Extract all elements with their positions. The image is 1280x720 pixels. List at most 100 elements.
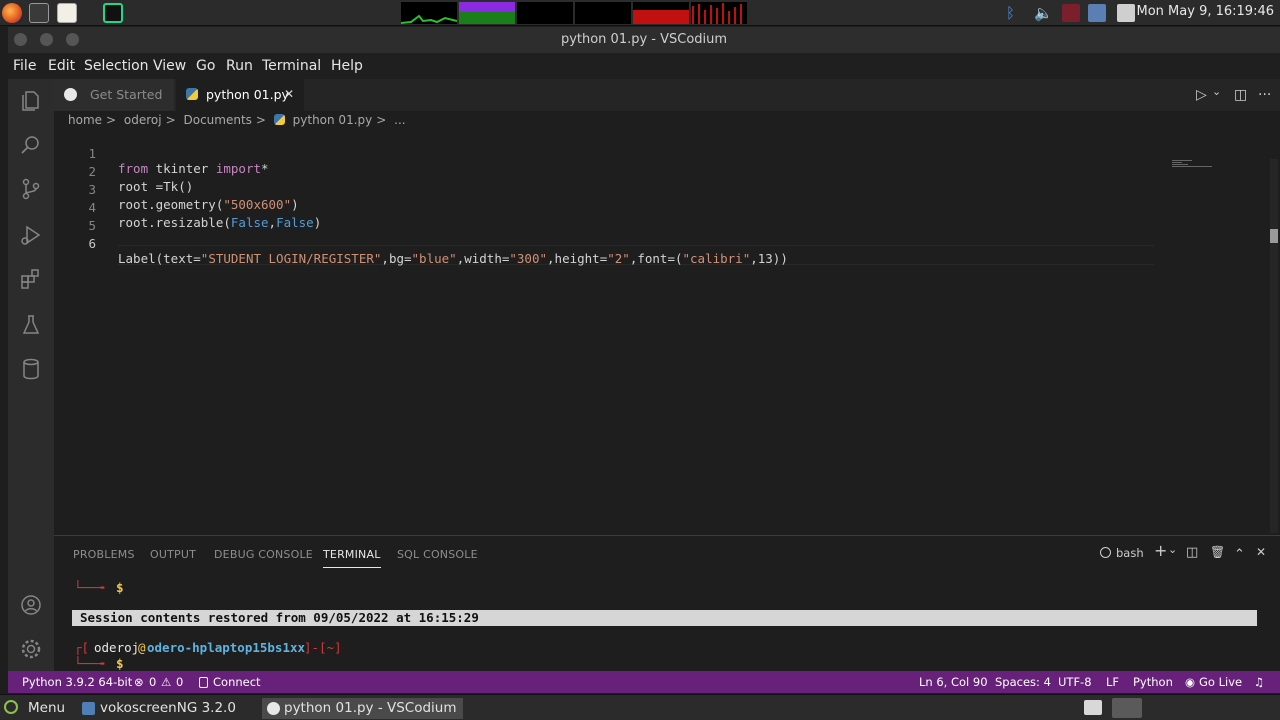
token-text: ,font=( — [629, 251, 683, 266]
terminal-shell-label[interactable]: bash — [1116, 546, 1144, 560]
breadcrumb-home[interactable]: home — [68, 113, 102, 127]
terminal-launcher-icon[interactable] — [29, 3, 49, 23]
code-line[interactable]: 3 root.geometry("500x600") — [54, 167, 1154, 212]
taskbar-item-vscodium[interactable]: python 01.py - VSCodium — [262, 698, 463, 719]
go-live-status[interactable]: Go Live — [1199, 675, 1242, 689]
pycharm-launcher-icon[interactable] — [103, 3, 123, 23]
new-terminal-button[interactable]: + — [1154, 541, 1167, 560]
menu-run[interactable]: Run — [226, 58, 253, 74]
breadcrumb-documents[interactable]: Documents — [184, 113, 252, 127]
bottom-panel: PROBLEMS OUTPUT DEBUG CONSOLE TERMINAL S… — [54, 535, 1280, 671]
encoding-status[interactable]: UTF-8 — [1058, 675, 1092, 689]
system-taskbar: Menu vokoscreenNG 3.2.0 python 01.py - V… — [0, 694, 1280, 720]
tray-app-icon[interactable] — [1112, 698, 1142, 718]
connect-db-icon[interactable] — [199, 677, 208, 688]
tab-python-01[interactable]: python 01.py ✕ — [176, 79, 304, 111]
terminal-prompt-symbol: $ — [116, 656, 124, 671]
token-string: "STUDENT LOGIN/REGISTER" — [200, 251, 382, 266]
source-control-icon[interactable] — [19, 177, 43, 201]
tab-sql-console[interactable]: SQL CONSOLE — [397, 548, 478, 561]
run-file-button[interactable]: ▷ — [1196, 87, 1207, 103]
window-titlebar[interactable]: python 01.py - VSCodium — [8, 27, 1280, 53]
tab-close-icon[interactable]: ✕ — [284, 87, 294, 101]
language-mode-status[interactable]: Python — [1133, 675, 1173, 689]
warnings-count[interactable]: 0 — [176, 675, 183, 689]
breadcrumb-separator: > — [376, 113, 387, 127]
terminal-prompt-branch: └──╼ — [74, 656, 105, 671]
token-text: ,bg= — [381, 251, 412, 266]
notifications-bell-icon[interactable]: ♫ — [1254, 675, 1264, 689]
menu-edit[interactable]: Edit — [48, 58, 75, 74]
code-line[interactable]: 1 from tkinter import* — [54, 131, 1154, 176]
testing-flask-icon[interactable] — [19, 313, 43, 337]
run-dropdown-chevron-icon[interactable]: ⌄ — [1212, 85, 1221, 98]
scrollbar-thumb[interactable] — [1270, 229, 1278, 243]
editor-scrollbar[interactable] — [1270, 159, 1278, 533]
start-menu-button[interactable]: Menu — [6, 698, 71, 719]
menu-help[interactable]: Help — [331, 58, 363, 74]
taskbar-item-vokoscreen[interactable]: vokoscreenNG 3.2.0 — [78, 698, 242, 719]
more-actions-button[interactable]: ··· — [1258, 87, 1271, 103]
close-panel-button[interactable]: ✕ — [1256, 545, 1266, 559]
extensions-icon[interactable] — [19, 267, 43, 291]
minimap[interactable] — [1170, 159, 1270, 169]
code-line[interactable]: 2 root =Tk() — [54, 149, 1154, 194]
split-editor-button[interactable]: ◫ — [1234, 87, 1247, 103]
menu-go[interactable]: Go — [196, 58, 215, 74]
errors-count[interactable]: 0 — [149, 675, 156, 689]
code-line[interactable]: 4 root.resizable(False,False) — [54, 185, 1154, 230]
terminal-dropdown-chevron-icon[interactable]: ⌄ — [1168, 543, 1177, 556]
kill-terminal-trash-icon[interactable]: 🗑 — [1210, 545, 1225, 559]
indentation-status[interactable]: Spaces: 4 — [995, 675, 1051, 689]
search-icon[interactable] — [19, 133, 43, 157]
menu-terminal[interactable]: Terminal — [262, 58, 321, 74]
warnings-icon[interactable]: ⚠ — [161, 675, 171, 689]
python-interpreter-status[interactable]: Python 3.9.2 64-bit — [22, 675, 132, 689]
eol-status[interactable]: LF — [1106, 675, 1119, 689]
breadcrumb-file[interactable]: python 01.py — [293, 113, 373, 127]
clipboard-icon[interactable] — [1117, 4, 1135, 22]
system-clock[interactable]: Mon May 9, 16:19:46 — [1137, 4, 1274, 19]
explorer-icon[interactable] — [19, 89, 43, 113]
connect-status[interactable]: Connect — [213, 675, 261, 689]
menu-bar: File Edit Selection View Go Run Terminal… — [8, 53, 1280, 79]
menu-file[interactable]: File — [13, 58, 36, 74]
code-line[interactable]: 6 Label(text="STUDENT LOGIN/REGISTER",bg… — [54, 221, 1154, 266]
load-monitor-graph — [633, 2, 689, 24]
breadcrumb-oderoj[interactable]: oderoj — [124, 113, 162, 127]
disk-graph-icon — [692, 3, 742, 24]
menu-view[interactable]: View — [153, 58, 186, 74]
cursor-position-status[interactable]: Ln 6, Col 90 — [919, 675, 988, 689]
settings-gear-icon[interactable] — [19, 637, 43, 661]
window-title: python 01.py - VSCodium — [560, 32, 728, 47]
mail-icon[interactable] — [1062, 4, 1080, 22]
tray-screenshot-icon[interactable] — [1084, 700, 1102, 715]
text-editor-launcher-icon[interactable] — [57, 3, 77, 23]
bluetooth-icon[interactable]: ᛒ — [1006, 4, 1024, 22]
vscodium-taskbar-icon — [267, 702, 280, 715]
line-content: Label(text="STUDENT LOGIN/REGISTER",bg="… — [118, 251, 788, 266]
terminal-prompt-symbol: $ — [116, 580, 124, 595]
account-icon[interactable] — [19, 593, 43, 617]
load-fill-bar — [633, 10, 689, 24]
volume-icon[interactable]: 🔈 — [1034, 4, 1053, 22]
network-icon[interactable] — [1088, 4, 1106, 22]
tab-debug-console[interactable]: DEBUG CONSOLE — [214, 548, 313, 561]
status-bar: Python 3.9.2 64-bit ⊗ 0 ⚠ 0 Connect Ln 6… — [8, 671, 1280, 693]
tab-label: Get Started — [90, 87, 163, 102]
maximize-panel-button[interactable]: ⌃ — [1234, 547, 1245, 562]
tab-output[interactable]: OUTPUT — [150, 548, 196, 561]
tab-get-started[interactable]: Get Started — [54, 79, 174, 111]
go-live-icon[interactable]: ◉ — [1185, 675, 1195, 689]
split-terminal-button[interactable]: ◫ — [1186, 545, 1198, 560]
errors-icon[interactable]: ⊗ — [134, 675, 144, 689]
tab-terminal[interactable]: TERMINAL — [323, 548, 381, 568]
breadcrumb-symbols[interactable]: ... — [394, 113, 405, 127]
tab-problems[interactable]: PROBLEMS — [73, 548, 135, 561]
database-icon[interactable] — [19, 357, 43, 381]
code-line[interactable]: 5 — [54, 203, 1154, 233]
code-editor[interactable]: 1 from tkinter import* 2 root =Tk() 3 ro… — [54, 131, 1280, 535]
menu-selection[interactable]: Selection — [84, 58, 149, 74]
run-debug-icon[interactable] — [19, 223, 43, 247]
firefox-launcher-icon[interactable] — [2, 3, 22, 23]
